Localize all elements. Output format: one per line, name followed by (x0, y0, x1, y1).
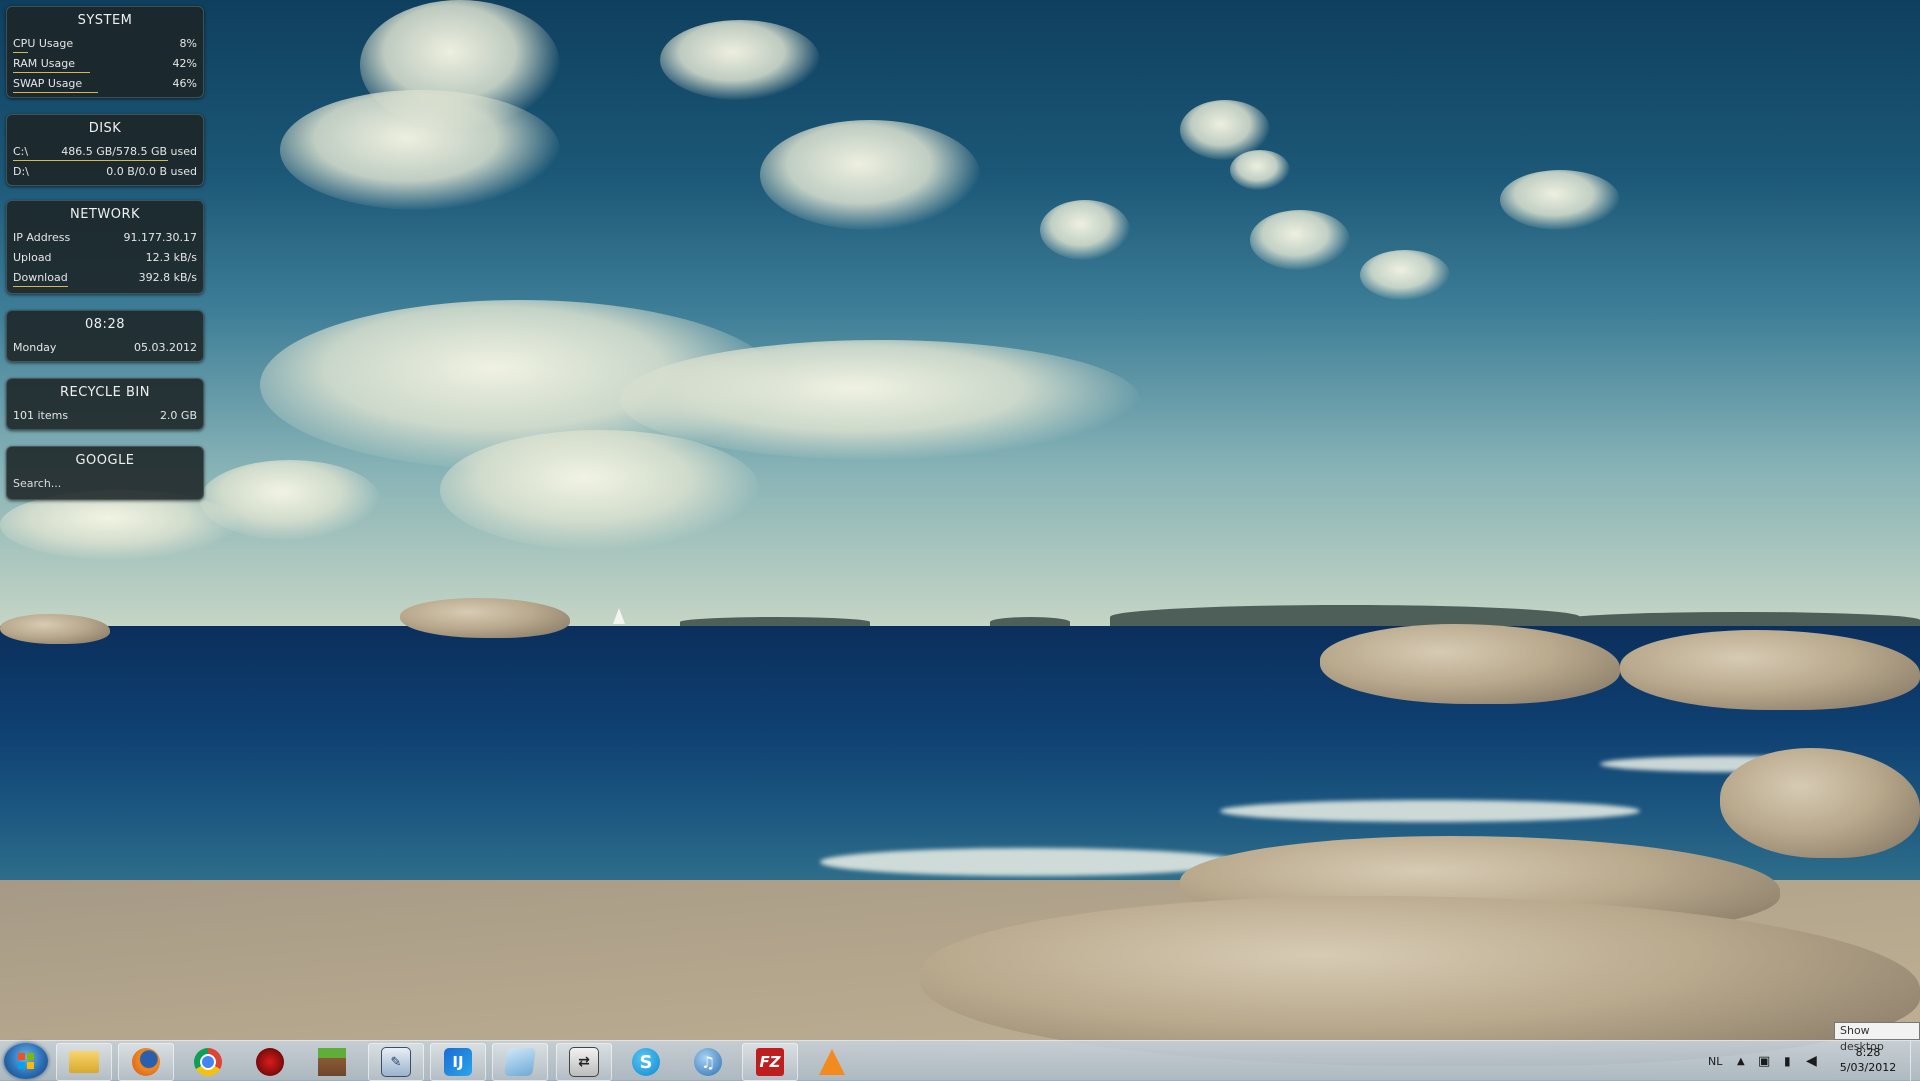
taskbar-skype-button[interactable]: S (618, 1043, 674, 1081)
desktop-wallpaper[interactable] (0, 0, 1920, 1080)
taskbar-switcher-button[interactable]: ⇄ (556, 1043, 612, 1081)
disk-c-bar (13, 160, 168, 161)
disk-d-value: 0.0 B/0.0 B used (106, 165, 197, 178)
disk-c-row: C:\ 486.5 GB/578.5 GB used (7, 143, 203, 163)
sailboat (613, 608, 625, 624)
disk-d-row: D:\ 0.0 B/0.0 B used (7, 163, 203, 183)
cpu-usage-value: 8% (179, 37, 197, 50)
wave-foam (1220, 800, 1640, 822)
swap-usage-bar (13, 92, 98, 93)
firefox-icon (132, 1048, 160, 1076)
chrome-center-icon (200, 1054, 216, 1070)
download-bar (13, 286, 68, 287)
ip-address-label: IP Address (13, 231, 71, 244)
cloud (440, 430, 760, 550)
folder-icon (69, 1051, 99, 1073)
network-signal-icon[interactable]: ▮ (1784, 1041, 1791, 1081)
clock-date-row: Monday 05.03.2012 (7, 339, 203, 359)
taskbar-monitor-app-button[interactable]: ✎ (368, 1043, 424, 1081)
cloud (1250, 210, 1350, 270)
taskbar-minecraft-button[interactable] (304, 1043, 360, 1081)
ram-usage-bar (13, 72, 90, 73)
pen-monitor-icon: ✎ (381, 1047, 411, 1077)
cloud (280, 90, 560, 210)
google-gadget: GOOGLE Search... (6, 446, 204, 500)
cloud (760, 120, 980, 230)
taskbar-firefox-button[interactable] (118, 1043, 174, 1081)
rock (0, 614, 110, 644)
chrome-icon (194, 1048, 222, 1076)
recycle-bin-size: 2.0 GB (159, 409, 197, 422)
google-search-input[interactable]: Search... (7, 475, 203, 490)
cloud (1040, 200, 1130, 260)
blue-notepad-icon (504, 1048, 536, 1076)
taskbar: ✎ IJ ⇄ S ♫ FZ NL ▲ ▣ ▮ ◀ 8:28 5/03/2012 (0, 1040, 1920, 1081)
skype-icon: S (632, 1048, 660, 1076)
intellij-icon: IJ (444, 1048, 472, 1076)
taskbar-chrome-button[interactable] (180, 1043, 236, 1081)
cloud (1360, 250, 1450, 300)
google-gadget-title: GOOGLE (75, 453, 135, 468)
clock-gadget[interactable]: 08:28 Monday 05.03.2012 (6, 310, 204, 362)
filezilla-icon: FZ (756, 1048, 784, 1076)
minecraft-grass-block-icon (318, 1048, 346, 1076)
wave-foam (820, 848, 1240, 876)
download-row: Download 392.8 kB/s (7, 269, 203, 289)
clock-day: Monday (13, 341, 57, 354)
vlc-icon (818, 1048, 846, 1076)
swap-usage-value: 46% (172, 77, 197, 90)
download-value: 392.8 kB/s (138, 271, 197, 284)
disk-gadget-title: DISK (88, 121, 122, 136)
disk-d-label: D:\ (13, 165, 29, 178)
upload-row: Upload 12.3 kB/s (7, 249, 203, 269)
clock-time: 08:28 (85, 317, 125, 332)
cpu-usage-row: CPU Usage 8% (7, 35, 203, 55)
tray-date: 5/03/2012 (1839, 1061, 1897, 1074)
rock (400, 598, 570, 638)
taskbar-explorer-button[interactable] (56, 1043, 112, 1081)
vlc-cone-icon (819, 1049, 845, 1075)
taskbar-red-app-button[interactable] (242, 1043, 298, 1081)
upload-value: 12.3 kB/s (145, 251, 197, 264)
taskbar-notes-button[interactable] (492, 1043, 548, 1081)
clock-date: 05.03.2012 (134, 341, 197, 354)
monitor-switch-icon: ⇄ (569, 1047, 599, 1077)
cloud (0, 490, 240, 560)
system-gadget-title: SYSTEM (77, 13, 133, 28)
swap-usage-row: SWAP Usage 46% (7, 75, 203, 95)
tray-app-icon[interactable]: ▣ (1758, 1041, 1770, 1081)
ram-usage-row: RAM Usage 42% (7, 55, 203, 75)
show-desktop-tooltip: Show desktop (1834, 1022, 1920, 1053)
cloud (660, 20, 820, 100)
recycle-bin-gadget[interactable]: RECYCLE BIN 101 items 2.0 GB (6, 378, 204, 430)
ip-address-value: 91.177.30.17 (123, 231, 197, 244)
taskbar-intellij-button[interactable]: IJ (430, 1043, 486, 1081)
volume-icon[interactable]: ◀ (1806, 1041, 1817, 1081)
taskbar-vlc-button[interactable] (804, 1043, 860, 1081)
cloud (1500, 170, 1620, 230)
recycle-bin-items: 101 items (13, 409, 69, 422)
cpu-usage-bar (13, 52, 28, 53)
ip-address-row: IP Address 91.177.30.17 (7, 229, 203, 249)
itunes-icon: ♫ (694, 1048, 722, 1076)
system-gadget[interactable]: SYSTEM CPU Usage 8% RAM Usage 42% SWAP U… (6, 6, 204, 98)
network-gadget-title: NETWORK (69, 207, 141, 222)
red-bird-icon (256, 1048, 284, 1076)
upload-label: Upload (13, 251, 52, 264)
start-button[interactable] (4, 1043, 48, 1079)
taskbar-filezilla-button[interactable]: FZ (742, 1043, 798, 1081)
show-desktop-button[interactable] (1910, 1041, 1920, 1081)
network-gadget[interactable]: NETWORK IP Address 91.177.30.17 Upload 1… (6, 200, 204, 294)
recycle-bin-title: RECYCLE BIN (60, 385, 150, 400)
recycle-bin-row: 101 items 2.0 GB (7, 407, 203, 427)
ram-usage-value: 42% (172, 57, 197, 70)
show-hidden-icons-icon[interactable]: ▲ (1737, 1041, 1745, 1081)
cloud (1230, 150, 1290, 190)
disk-gadget[interactable]: DISK C:\ 486.5 GB/578.5 GB used D:\ 0.0 … (6, 114, 204, 186)
taskbar-itunes-button[interactable]: ♫ (680, 1043, 736, 1081)
language-indicator[interactable]: NL (1708, 1041, 1722, 1081)
